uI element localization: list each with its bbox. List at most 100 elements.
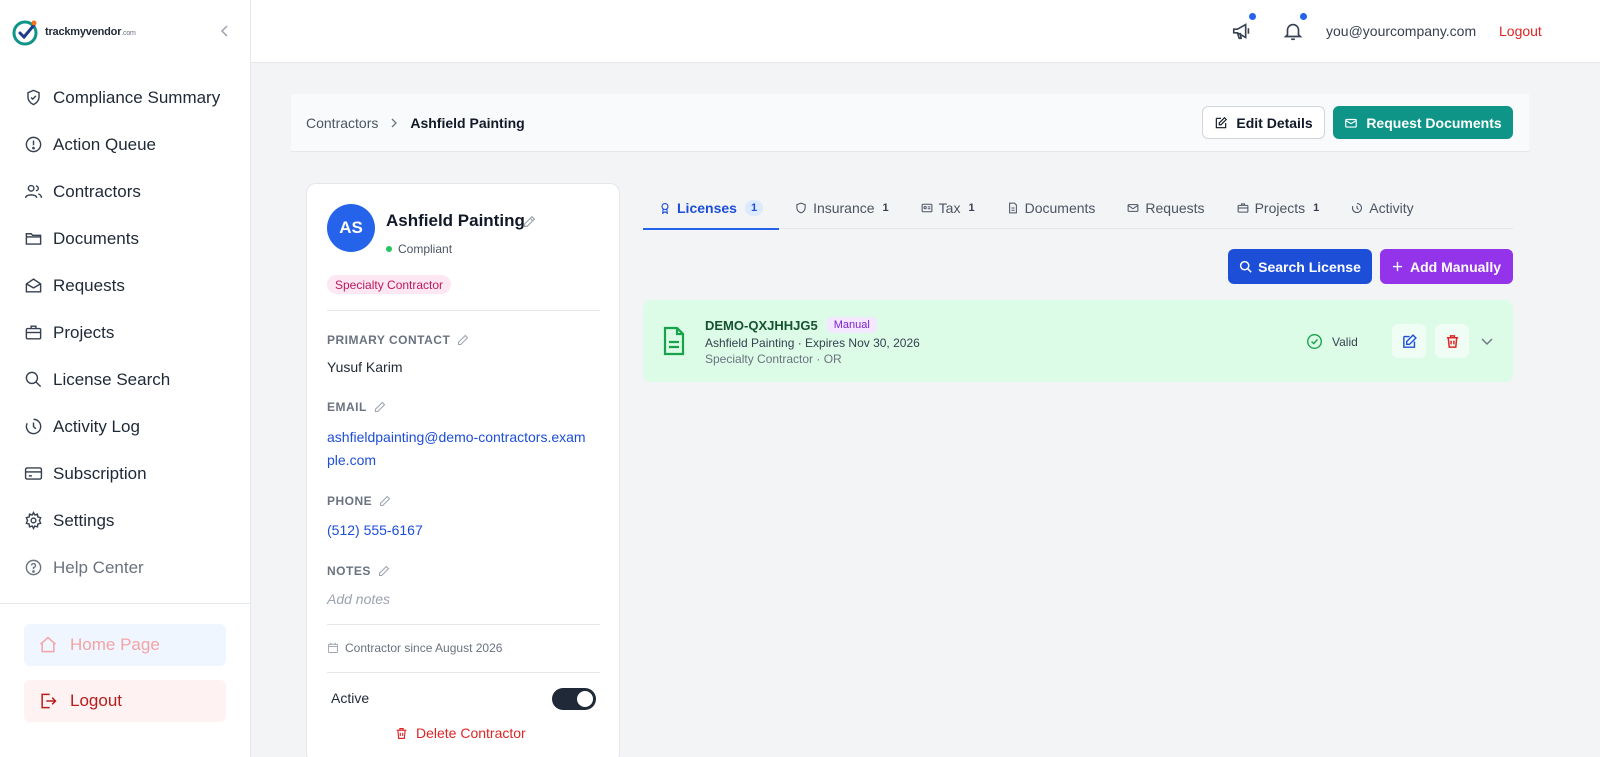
sidebar-item-contractors[interactable]: Contractors (0, 168, 250, 215)
sidebar-item-documents[interactable]: Documents (0, 215, 250, 262)
bell-icon (1283, 23, 1303, 41)
shield-icon (796, 202, 806, 213)
request-documents-label: Request Documents (1366, 114, 1502, 131)
notification-dot (1300, 13, 1307, 20)
sidebar-nav: Compliance Summary Action Queue Contract… (0, 74, 250, 591)
logout-icon (41, 693, 57, 709)
sidebar-item-subscription[interactable]: Subscription (0, 450, 250, 497)
tab-documents[interactable]: Documents (991, 186, 1112, 229)
sidebar-item-action-queue[interactable]: Action Queue (0, 121, 250, 168)
search-license-button[interactable]: Search License (1228, 249, 1372, 284)
edit-icon (1216, 116, 1228, 128)
notifications-button[interactable] (1282, 13, 1307, 42)
notes-label: NOTES (327, 564, 390, 578)
pencil-icon[interactable] (374, 401, 386, 413)
email-label: EMAIL (327, 400, 386, 414)
edit-license-button[interactable] (1392, 324, 1426, 358)
sidebar-item-requests[interactable]: Requests (0, 262, 250, 309)
tab-label: Documents (1024, 199, 1096, 216)
avatar: AS (327, 204, 375, 252)
tab-activity[interactable]: Activity (1335, 186, 1429, 229)
notes-placeholder[interactable]: Add notes (327, 591, 390, 607)
search-icon (23, 370, 43, 390)
tab-label: Projects (1254, 199, 1306, 216)
mail-icon (1128, 203, 1139, 212)
shield-check-icon (23, 88, 43, 108)
sidebar-item-label: Documents (53, 228, 139, 248)
sidebar: trackmyvendor.com Compliance Summary Act… (0, 0, 251, 757)
tab-insurance[interactable]: Insurance 1 (779, 186, 905, 229)
home-page-button[interactable]: Home Page (24, 624, 226, 666)
sidebar-footer: Home Page Logout (0, 603, 250, 756)
email-link[interactable]: ashfieldpainting@demo-contractors.exampl… (327, 426, 592, 472)
users-icon (23, 182, 43, 202)
phone-link[interactable]: (512) 555-6167 (327, 519, 592, 542)
tab-licenses[interactable]: Licenses 1 (643, 186, 780, 230)
tab-label: Requests (1145, 199, 1205, 216)
pencil-icon[interactable] (457, 334, 469, 346)
breadcrumb: Contractors Ashfield Painting (306, 115, 525, 131)
search-license-label: Search License (1258, 258, 1361, 275)
add-manually-label: Add Manually (1409, 258, 1501, 275)
active-toggle[interactable] (552, 688, 596, 710)
tab-count: 1 (744, 199, 764, 216)
license-row[interactable]: DEMO-QXJHHJG5 Manual Ashfield Painting ·… (643, 300, 1513, 382)
contractor-tabs: Licenses 1 Insurance 1 Tax 1 Documents R… (643, 186, 1513, 230)
edit-details-button[interactable]: Edit Details (1202, 106, 1325, 139)
file-icon (1008, 202, 1017, 213)
sidebar-item-label: License Search (53, 369, 171, 389)
briefcase-icon (1237, 202, 1248, 213)
divider (327, 310, 600, 311)
user-email: you@yourcompany.com (1326, 23, 1477, 39)
tab-count: 1 (1313, 201, 1320, 214)
logo-check-icon (12, 20, 38, 45)
topbar-logout-link[interactable]: Logout (1499, 23, 1542, 39)
request-documents-button[interactable]: Request Documents (1333, 106, 1513, 139)
phone-label: PHONE (327, 494, 391, 508)
sidebar-item-projects[interactable]: Projects (0, 309, 250, 356)
pencil-icon[interactable] (378, 565, 390, 577)
check-circle-icon (1307, 334, 1322, 349)
alert-circle-icon (23, 135, 43, 155)
sidebar-item-label: Help Center (53, 557, 144, 577)
pencil-icon[interactable] (523, 215, 536, 228)
tab-tax[interactable]: Tax 1 (905, 186, 991, 229)
tab-requests[interactable]: Requests (1111, 186, 1220, 229)
sidebar-item-settings[interactable]: Settings (0, 497, 250, 544)
announcements-button[interactable] (1231, 13, 1256, 42)
tab-count: 1 (968, 201, 975, 214)
tab-projects[interactable]: Projects 1 (1221, 186, 1336, 229)
delete-license-button[interactable] (1435, 324, 1469, 358)
sidebar-logout-button[interactable]: Logout (24, 680, 226, 722)
plus-icon (1392, 261, 1403, 272)
chevron-down-icon[interactable] (1480, 334, 1494, 348)
topbar: you@yourcompany.com Logout (251, 0, 1600, 63)
sidebar-item-label: Settings (53, 510, 115, 530)
clock-icon (23, 417, 43, 437)
primary-contact-label: PRIMARY CONTACT (327, 333, 469, 347)
brand-logo[interactable]: trackmyvendor.com (0, 0, 250, 63)
pencil-icon[interactable] (379, 495, 391, 507)
toggle-knob (577, 691, 593, 707)
contractor-card: AS Ashfield Painting Compliant Specialty… (306, 183, 620, 757)
sidebar-item-help-center[interactable]: Help Center (0, 544, 250, 591)
chevron-left-icon[interactable] (217, 23, 233, 39)
sidebar-item-label: Activity Log (53, 416, 140, 436)
sidebar-item-label: Compliance Summary (53, 87, 221, 107)
trash-icon (396, 727, 407, 739)
sidebar-item-activity-log[interactable]: Activity Log (0, 403, 250, 450)
license-id: DEMO-QXJHHJG5 Manual (705, 317, 877, 333)
breadcrumb-contractors-link[interactable]: Contractors (306, 115, 378, 131)
sidebar-item-license-search[interactable]: License Search (0, 356, 250, 403)
add-manually-button[interactable]: Add Manually (1380, 249, 1513, 284)
delete-contractor-button[interactable]: Delete Contractor (395, 725, 526, 741)
breadcrumb-current: Ashfield Painting (410, 115, 525, 131)
sidebar-item-label: Action Queue (53, 134, 157, 154)
calendar-icon (328, 642, 338, 653)
license-classification: Specialty Contractor · OR (705, 352, 842, 366)
sidebar-item-compliance-summary[interactable]: Compliance Summary (0, 74, 250, 121)
status-badge: Compliant (386, 242, 452, 256)
divider (327, 624, 600, 625)
megaphone-icon (1232, 23, 1250, 40)
divider (327, 672, 600, 673)
